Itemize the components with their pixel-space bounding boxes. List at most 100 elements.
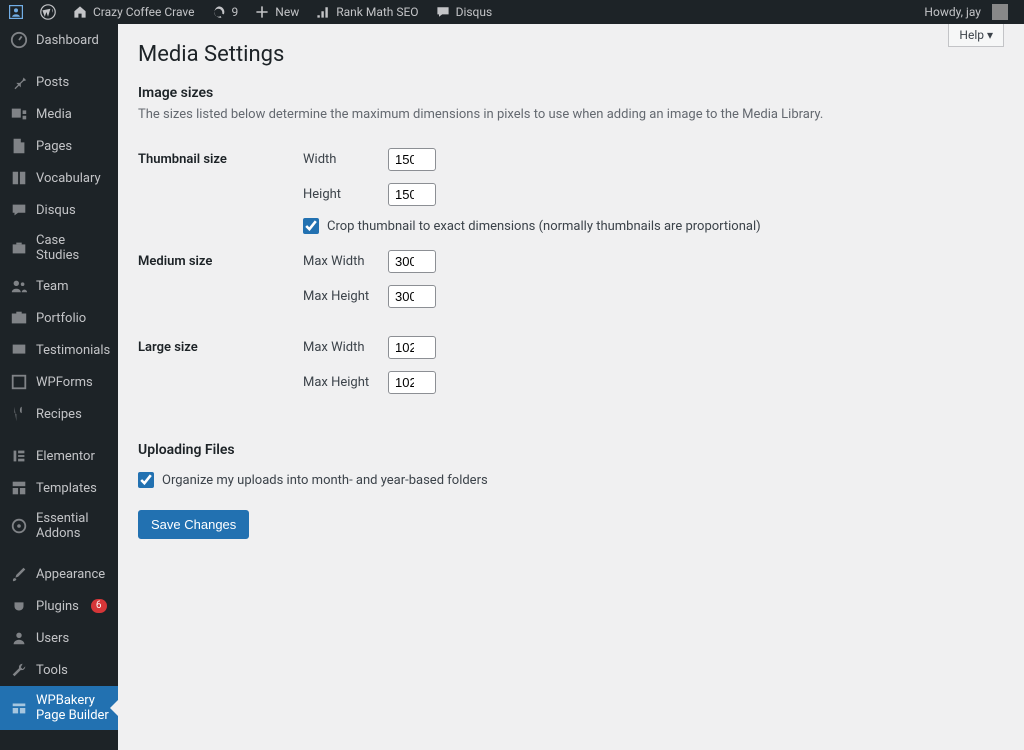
sidebar-item-appearance[interactable]: Appearance [0,558,118,590]
sidebar-item-label: Plugins [36,599,79,614]
admin-sidebar: Dashboard Posts Media Pages Vocabulary D… [0,24,118,750]
sidebar-item-team[interactable]: Team [0,270,118,302]
howdy-label: Howdy, jay [924,5,981,19]
template-icon [10,479,28,497]
maxwidth-label: Max Width [303,340,378,355]
chart-icon [315,4,331,20]
large-height-input[interactable] [388,371,436,394]
help-label: Help [959,28,984,42]
quote-icon [10,341,28,359]
comment-icon [10,201,28,219]
adminbar-updates[interactable]: 9 [203,0,247,24]
maxwidth-label: Max Width [303,254,378,269]
sidebar-item-dashboard[interactable]: Dashboard [0,24,118,56]
addon-icon [10,517,28,535]
sidebar-item-label: Templates [36,481,97,496]
help-tab[interactable]: Help ▾ [948,24,1004,47]
form-icon [10,373,28,391]
sidebar-item-label: Media [36,107,72,122]
sidebar-item-pages[interactable]: Pages [0,130,118,162]
sidebar-item-recipes[interactable]: Recipes [0,398,118,430]
thumbnail-width-input[interactable] [388,148,436,171]
sidebar-item-case-studies[interactable]: Case Studies [0,226,118,270]
refresh-icon [211,4,227,20]
adminbar-rankmath[interactable]: Rank Math SEO [307,0,426,24]
sidebar-item-vocabulary[interactable]: Vocabulary [0,162,118,194]
height-label: Height [303,187,378,202]
organize-label: Organize my uploads into month- and year… [162,473,488,488]
adminbar-account[interactable]: Howdy, jay [916,0,1016,24]
sidebar-item-users[interactable]: Users [0,622,118,654]
page-title: Media Settings [138,42,1004,67]
large-width-input[interactable] [388,336,436,359]
sidebar-item-elementor[interactable]: Elementor [0,440,118,472]
briefcase-icon [10,239,28,257]
sidebar-item-wpforms[interactable]: WPForms [0,366,118,398]
media-icon [10,105,28,123]
organize-checkbox[interactable] [138,472,154,488]
sidebar-item-label: WPBakery Page Builder [36,693,110,723]
sidebar-item-label: Case Studies [36,233,110,263]
site-name-label: Crazy Coffee Crave [93,5,195,19]
settings-table: Thumbnail size Width Height Crop thumbna… [138,140,1004,414]
builder-icon [10,699,28,717]
sidebar-item-label: Recipes [36,407,82,422]
plugins-badge: 6 [91,599,107,613]
large-label: Large size [138,328,303,414]
sidebar-item-label: Disqus [36,203,76,218]
uploading-heading: Uploading Files [138,442,1004,458]
new-label: New [275,5,299,19]
adminbar-profile-icon[interactable] [0,0,32,24]
sidebar-item-media[interactable]: Media [0,98,118,130]
sidebar-item-posts[interactable]: Posts [0,66,118,98]
sidebar-item-label: Testimonials [36,343,110,358]
sidebar-item-label: Tools [36,663,68,678]
rankmath-label: Rank Math SEO [336,5,418,19]
pages-icon [10,137,28,155]
updates-count: 9 [232,5,239,19]
sidebar-item-label: Dashboard [36,33,99,48]
image-sizes-heading: Image sizes [138,85,1004,101]
sidebar-item-label: Pages [36,139,72,154]
elementor-icon [10,447,28,465]
utensils-icon [10,405,28,423]
sidebar-item-plugins[interactable]: Plugins 6 [0,590,118,622]
sidebar-item-label: Elementor [36,449,95,464]
sidebar-item-disqus[interactable]: Disqus [0,194,118,226]
save-button[interactable]: Save Changes [138,510,249,539]
pin-icon [10,73,28,91]
medium-label: Medium size [138,242,303,328]
portfolio-icon [10,309,28,327]
medium-height-input[interactable] [388,285,436,308]
users-icon [10,277,28,295]
medium-width-input[interactable] [388,250,436,273]
sidebar-item-testimonials[interactable]: Testimonials [0,334,118,366]
sidebar-item-templates[interactable]: Templates [0,472,118,504]
adminbar-site-name[interactable]: Crazy Coffee Crave [64,0,203,24]
adminbar-new[interactable]: New [246,0,307,24]
home-icon [72,4,88,20]
adminbar-wp-logo[interactable] [32,0,64,24]
book-icon [10,169,28,187]
sidebar-item-wpbakery[interactable]: WPBakery Page Builder [0,686,118,730]
disqus-label: Disqus [456,5,493,19]
sidebar-item-tools[interactable]: Tools [0,654,118,686]
crop-checkbox[interactable] [303,218,319,234]
avatar [992,4,1008,20]
sidebar-item-label: Team [36,279,69,294]
sidebar-item-portfolio[interactable]: Portfolio [0,302,118,334]
dashboard-icon [10,31,28,49]
profile-icon [8,4,24,20]
adminbar-disqus[interactable]: Disqus [427,0,501,24]
admin-bar: Crazy Coffee Crave 9 New Rank Math SEO D… [0,0,1024,24]
maxheight-label: Max Height [303,289,378,304]
sidebar-item-label: Users [36,631,69,646]
sidebar-item-essential-addons[interactable]: Essential Addons [0,504,118,548]
comment-icon [435,4,451,20]
plug-icon [10,597,28,615]
sidebar-item-label: Appearance [36,567,105,582]
user-icon [10,629,28,647]
brush-icon [10,565,28,583]
thumbnail-height-input[interactable] [388,183,436,206]
crop-label: Crop thumbnail to exact dimensions (norm… [327,219,761,234]
